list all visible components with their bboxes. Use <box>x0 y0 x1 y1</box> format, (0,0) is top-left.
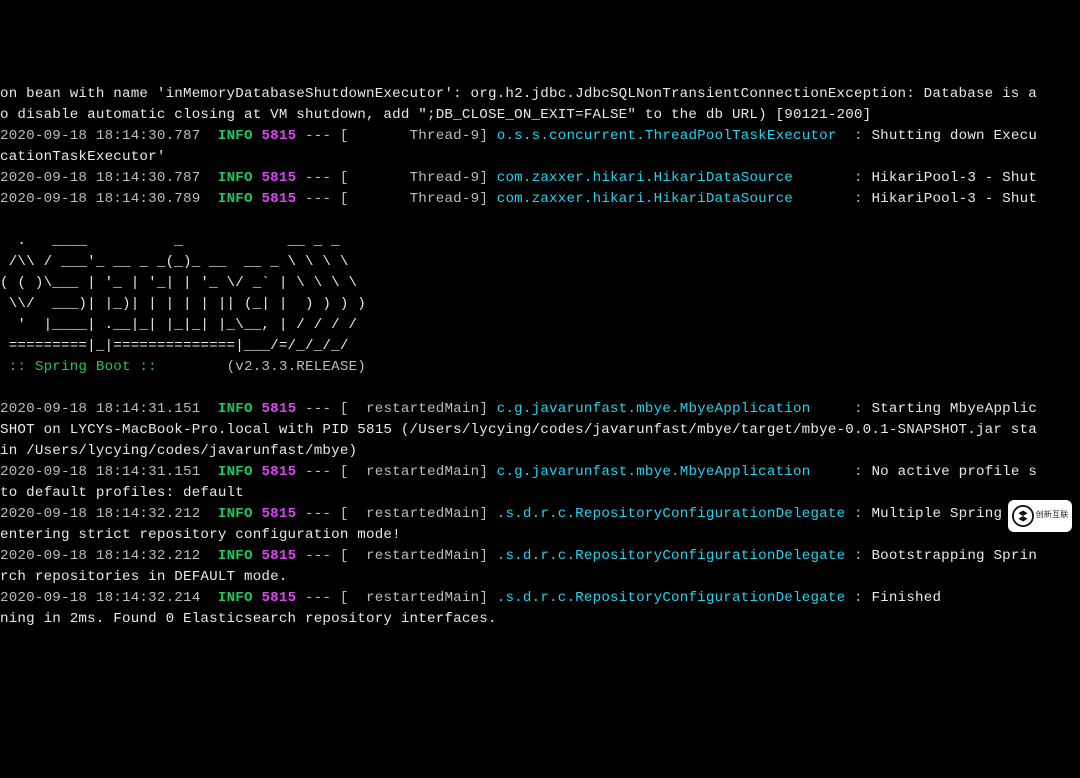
watermark-text: 创新互联 <box>1036 512 1069 520</box>
watermark-badge: 创新互联 <box>1008 500 1072 532</box>
terminal-output: on bean with name 'inMemoryDatabaseShutd… <box>0 84 1080 630</box>
watermark-logo-icon <box>1012 505 1034 527</box>
